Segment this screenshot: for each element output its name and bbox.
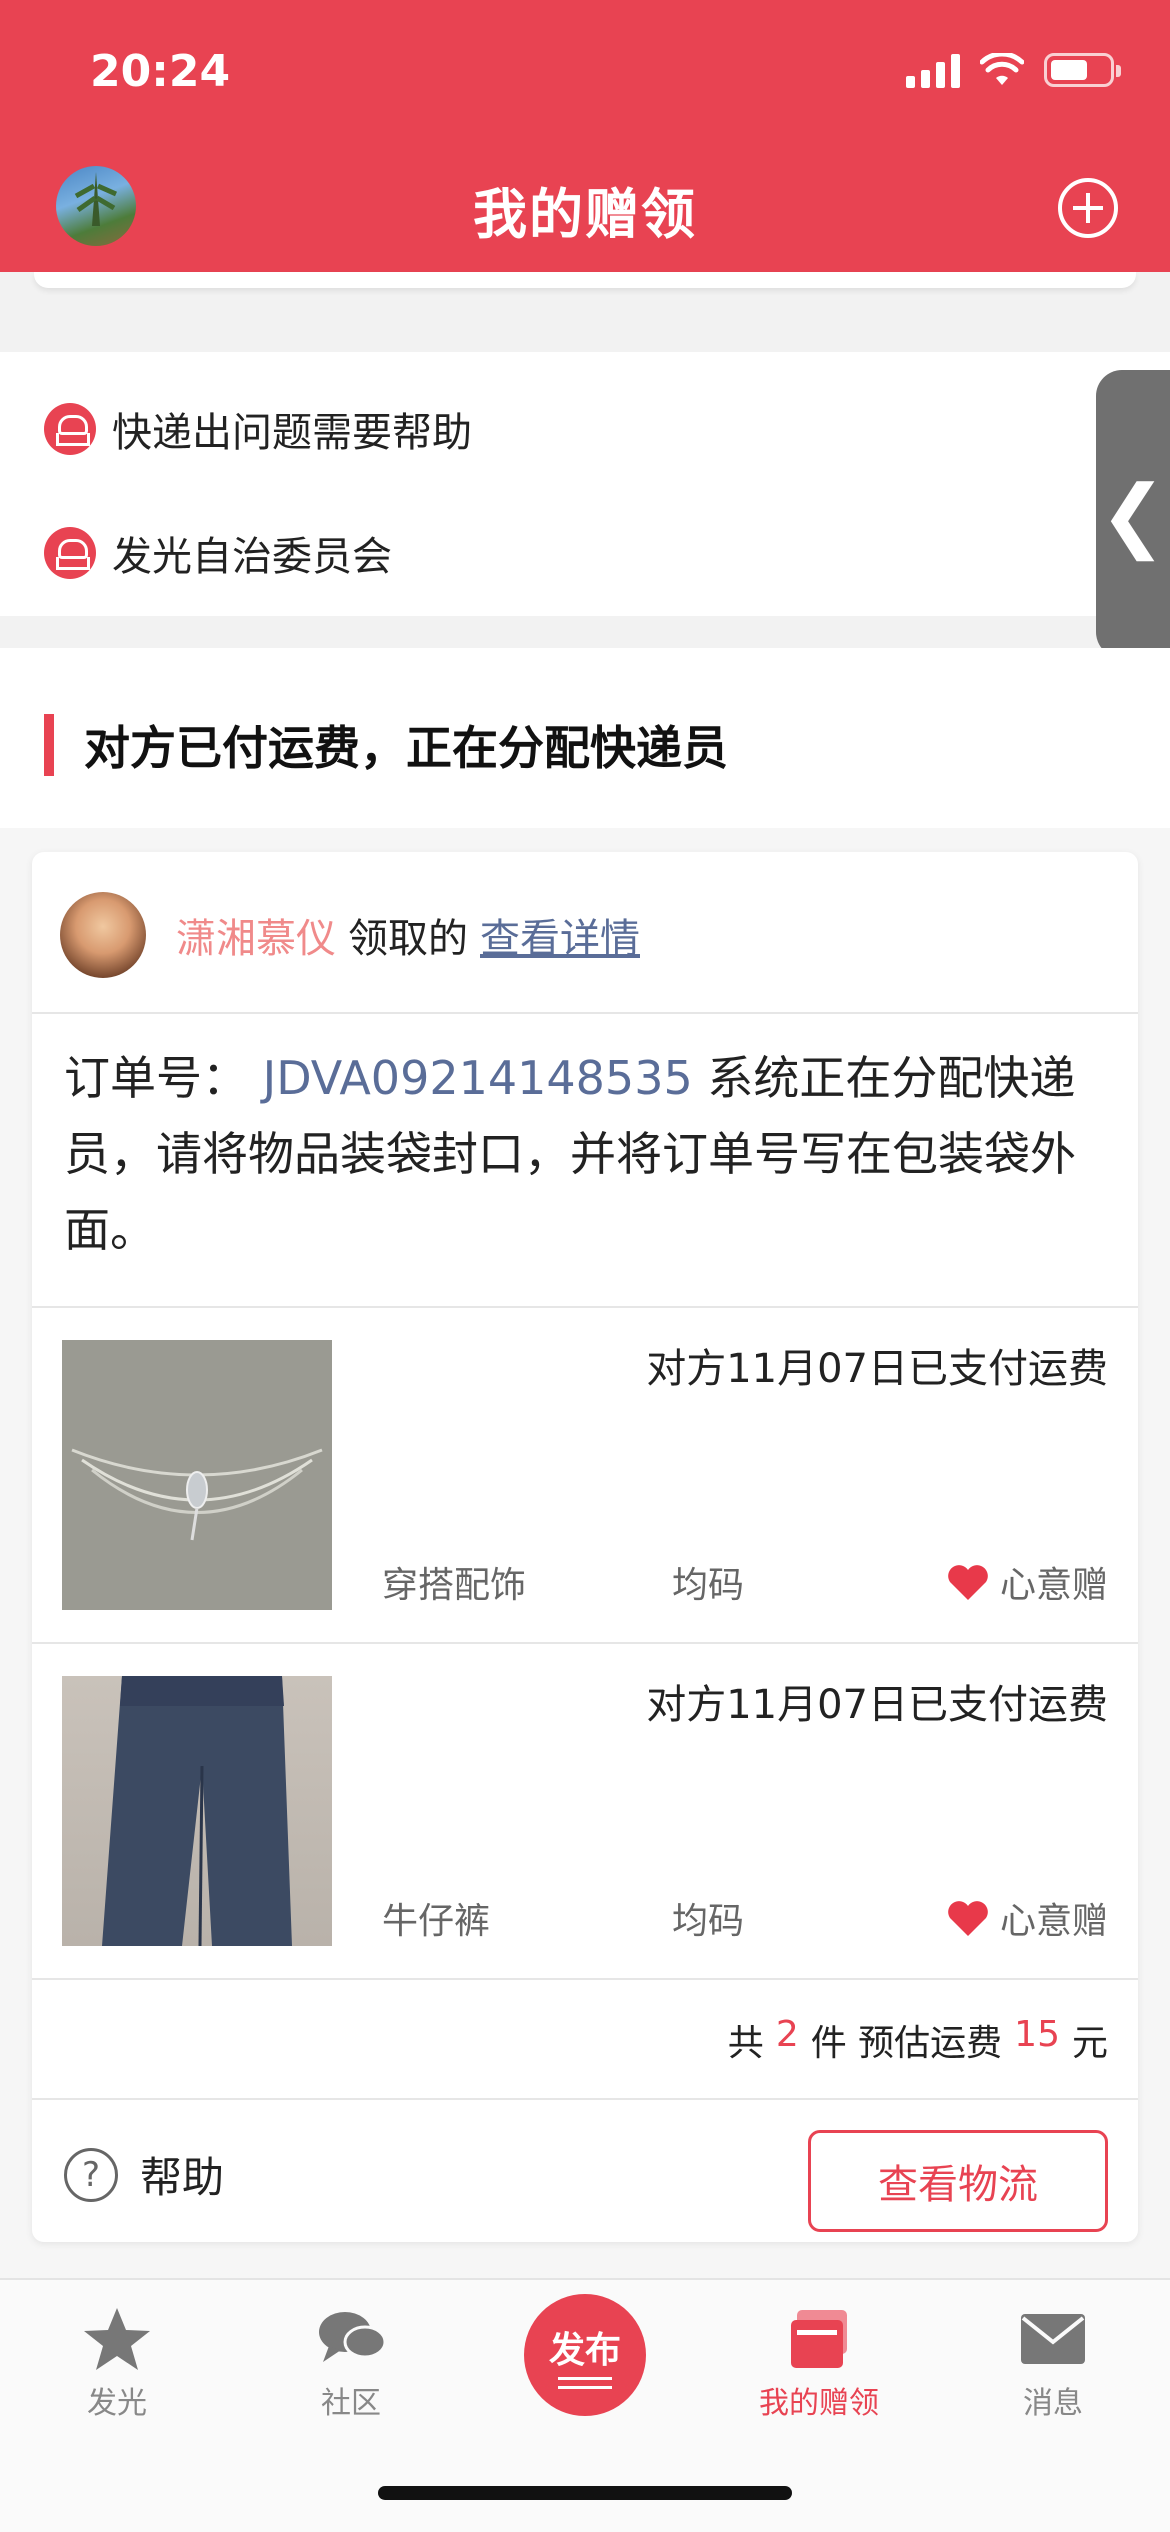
- publish-label: 发布: [548, 2330, 621, 2371]
- gift-box-icon: [791, 2310, 847, 2368]
- shipping-fee: 15: [1014, 2014, 1060, 2055]
- chevron-left-icon: ❮: [1099, 467, 1167, 561]
- tab-my-gifts[interactable]: 我的赠领: [702, 2280, 936, 2480]
- section-accent-bar: [44, 714, 54, 776]
- tab-label: 发光: [87, 2386, 147, 2421]
- card-footer: ? 帮助 查看物流: [32, 2098, 1138, 2242]
- help-links: 快递出问题需要帮助 发光自治委员会: [0, 352, 1170, 616]
- side-drawer-handle[interactable]: ❮: [1096, 370, 1170, 658]
- summary-text: 共 2 件 预估运费 15 元: [728, 2014, 1108, 2066]
- receiver-name[interactable]: 潇湘慕仪: [176, 906, 336, 964]
- summary-count-unit: 件 预估运费: [810, 2023, 1003, 2064]
- item-category: 穿搭配饰: [382, 1565, 527, 1606]
- courier-icon: [44, 403, 96, 455]
- help-label: 帮助: [140, 2153, 225, 2202]
- tab-label: 我的赠领: [759, 2386, 879, 2421]
- courier-icon: [44, 527, 96, 579]
- item-size: 均码: [672, 1901, 745, 1942]
- section-header: 对方已付运费，正在分配快递员: [0, 648, 1170, 828]
- order-message: 订单号： JDVA09214148535 系统正在分配快递员，请将物品装袋封口，…: [64, 1040, 1104, 1268]
- tab-label: 社区: [321, 2386, 381, 2421]
- order-summary: 共 2 件 预估运费 15 元: [32, 1978, 1138, 2098]
- link-label: 发光自治委员会: [112, 534, 392, 580]
- summary-prefix: 共: [727, 2023, 764, 2064]
- item-count: 2: [775, 2014, 799, 2055]
- card-edge: [34, 272, 1136, 288]
- publish-button[interactable]: 发布: [524, 2294, 646, 2416]
- view-details-link[interactable]: 查看详情: [480, 906, 640, 964]
- help-button[interactable]: ? 帮助: [64, 2144, 224, 2205]
- item-category: 牛仔裤: [382, 1901, 491, 1942]
- receiver-row: 潇湘慕仪 领取的 查看详情: [32, 852, 1138, 1014]
- order-card: 潇湘慕仪 领取的 查看详情 订单号： JDVA09214148535 系统正在分…: [32, 852, 1138, 2242]
- summary-fee-unit: 元: [1071, 2023, 1108, 2064]
- order-id[interactable]: JDVA09214148535: [263, 1051, 693, 1105]
- gift-type: 心意赠: [946, 1892, 1108, 1944]
- link-label: 快递出问题需要帮助: [112, 410, 472, 456]
- gift-label: 心意赠: [999, 1901, 1108, 1942]
- heart-icon: [948, 1565, 988, 1600]
- order-prefix: 订单号：: [64, 1051, 248, 1105]
- chat-bubbles-icon: [319, 2312, 387, 2362]
- receiver-avatar[interactable]: [60, 892, 146, 978]
- receiver-line: 潇湘慕仪 领取的 查看详情: [176, 906, 640, 964]
- add-button[interactable]: [1058, 178, 1118, 238]
- link-delivery-help[interactable]: 快递出问题需要帮助: [44, 400, 472, 458]
- view-logistics-button[interactable]: 查看物流: [808, 2130, 1108, 2232]
- tab-messages[interactable]: 消息: [936, 2280, 1170, 2480]
- link-committee[interactable]: 发光自治委员会: [44, 524, 392, 582]
- section-title: 对方已付运费，正在分配快递员: [84, 721, 728, 775]
- status-time: 20:24: [90, 46, 231, 97]
- paid-status: 对方11月07日已支付运费: [646, 1682, 1108, 1728]
- wifi-icon: [980, 53, 1024, 85]
- list-item[interactable]: 对方11月07日已支付运费 穿搭配饰 均码 心意赠: [32, 1306, 1138, 1642]
- tab-faguang[interactable]: 发光: [0, 2280, 234, 2480]
- gift-label: 心意赠: [999, 1565, 1108, 1606]
- page-title: 我的赠领: [473, 183, 697, 246]
- status-icons: [906, 52, 1121, 88]
- cellular-signal-icon: [906, 52, 960, 88]
- mail-icon: [1021, 2314, 1085, 2364]
- star-icon: [84, 2308, 150, 2370]
- receiver-action: 领取的: [348, 916, 468, 962]
- home-indicator: [378, 2486, 792, 2500]
- heart-icon: [948, 1901, 988, 1936]
- paid-status: 对方11月07日已支付运费: [646, 1346, 1108, 1392]
- order-section: 对方已付运费，正在分配快递员 潇湘慕仪 领取的 查看详情 订单号： JDVA09…: [0, 648, 1170, 2278]
- item-size: 均码: [672, 1565, 745, 1606]
- item-image: [62, 1340, 332, 1610]
- question-icon: ?: [64, 2147, 118, 2202]
- tab-label: 消息: [1023, 2386, 1083, 2421]
- app-header: 20:24 我的赠领: [0, 0, 1170, 272]
- list-item[interactable]: 对方11月07日已支付运费 牛仔裤 均码 心意赠: [32, 1642, 1138, 1978]
- tab-community[interactable]: 社区: [234, 2280, 468, 2480]
- item-image: [62, 1676, 332, 1947]
- publish-icon: [558, 2377, 612, 2389]
- gift-type: 心意赠: [946, 1556, 1108, 1608]
- battery-icon: [1044, 53, 1121, 87]
